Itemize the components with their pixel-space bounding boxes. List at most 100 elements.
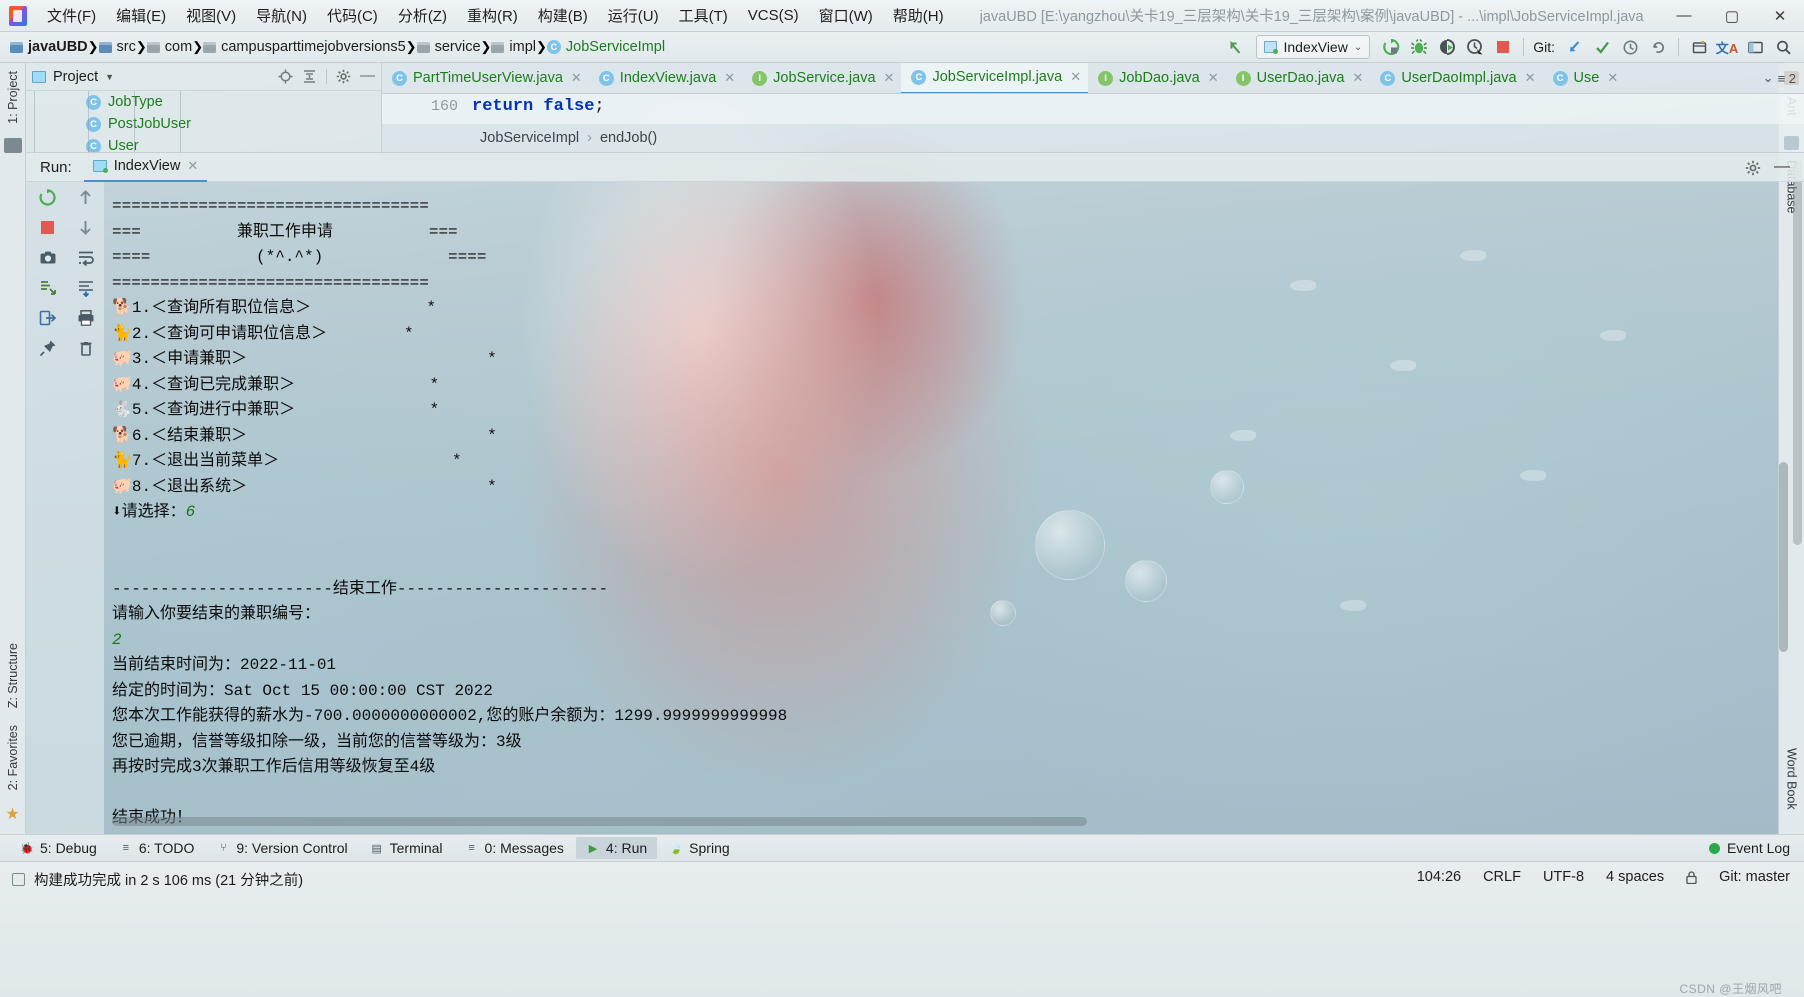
menu-window[interactable]: 窗口(W) bbox=[809, 2, 883, 29]
menu-build[interactable]: 构建(B) bbox=[528, 2, 598, 29]
lock-icon[interactable] bbox=[1686, 870, 1697, 884]
console-vertical-scrollbar[interactable] bbox=[1779, 462, 1788, 652]
rerun-button[interactable] bbox=[38, 188, 57, 207]
console-horizontal-scrollbar[interactable] bbox=[112, 817, 1087, 826]
code-line[interactable]: return false; bbox=[472, 94, 605, 116]
tool-terminal[interactable]: ▤ Terminal bbox=[360, 837, 453, 859]
run-configuration-selector[interactable]: IndexView ⌄ bbox=[1256, 35, 1371, 59]
breadcrumb-item-src[interactable]: src bbox=[98, 39, 136, 55]
tab-parttimeuserview[interactable]: C PartTimeUserView.java ✕ bbox=[382, 63, 589, 93]
export-icon[interactable] bbox=[38, 308, 57, 327]
menu-run[interactable]: 运行(U) bbox=[598, 2, 669, 29]
profiler-button[interactable] bbox=[1462, 34, 1488, 60]
tool-debug[interactable]: 🐞 5: Debug bbox=[10, 837, 107, 859]
trash-icon[interactable] bbox=[76, 338, 95, 357]
sidebar-item-favorites[interactable]: 2: Favorites bbox=[6, 717, 20, 798]
sidebar-item-project[interactable]: 1: Project bbox=[6, 63, 20, 132]
git-rollback-icon[interactable] bbox=[1645, 34, 1671, 60]
indent-setting[interactable]: 4 spaces bbox=[1606, 869, 1664, 885]
stop-button[interactable] bbox=[38, 218, 57, 237]
menu-edit[interactable]: 编辑(E) bbox=[106, 2, 176, 29]
console-output[interactable]: ================================= === 兼职工… bbox=[104, 182, 1804, 834]
tab-overflow-count[interactable]: ≡ 2 bbox=[1778, 71, 1796, 86]
navigate-back-icon[interactable] bbox=[1222, 34, 1248, 60]
collapse-all-icon[interactable] bbox=[302, 69, 317, 84]
hide-run-panel-icon[interactable]: — bbox=[1774, 159, 1790, 175]
tool-messages[interactable]: ≡ 0: Messages bbox=[455, 837, 574, 859]
project-folder-icon[interactable] bbox=[3, 137, 22, 153]
breadcrumb-item-javaubd[interactable]: javaUBD bbox=[10, 39, 88, 55]
breadcrumb-item-impl[interactable]: impl bbox=[491, 39, 536, 55]
menu-view[interactable]: 视图(V) bbox=[176, 2, 246, 29]
thread-dump-icon[interactable] bbox=[38, 278, 57, 297]
menu-refactor[interactable]: 重构(R) bbox=[457, 2, 528, 29]
code-editor[interactable]: 160 return false; bbox=[382, 94, 1804, 124]
close-icon[interactable]: ✕ bbox=[1352, 70, 1363, 86]
menu-analyze[interactable]: 分析(Z) bbox=[388, 2, 457, 29]
git-update-project-icon[interactable] bbox=[1561, 34, 1587, 60]
close-icon[interactable]: ✕ bbox=[724, 70, 735, 86]
settings-gear-icon[interactable] bbox=[1745, 160, 1761, 175]
breadcrumb-item-campusparttimejobversions5[interactable]: campusparttimejobversions5 bbox=[203, 39, 406, 55]
close-icon[interactable]: ✕ bbox=[1525, 70, 1536, 86]
menu-vcs[interactable]: VCS(S) bbox=[738, 4, 809, 27]
tool-run[interactable]: ▶ 4: Run bbox=[575, 837, 658, 859]
git-branches-icon[interactable] bbox=[1686, 34, 1712, 60]
debug-button[interactable] bbox=[1406, 34, 1432, 60]
tab-indexview[interactable]: C IndexView.java ✕ bbox=[589, 63, 742, 93]
window-maximize-button[interactable]: ▢ bbox=[1708, 0, 1756, 32]
tool-version-control[interactable]: ⑂ 9: Version Control bbox=[206, 837, 357, 859]
arrow-up-icon[interactable] bbox=[76, 188, 95, 207]
menu-tools[interactable]: 工具(T) bbox=[669, 2, 738, 29]
run-button[interactable] bbox=[1378, 34, 1404, 60]
soft-wrap-icon[interactable] bbox=[76, 248, 95, 267]
git-commit-icon[interactable] bbox=[1589, 34, 1615, 60]
git-history-icon[interactable] bbox=[1617, 34, 1643, 60]
breadcrumb-method[interactable]: endJob() bbox=[600, 130, 657, 146]
translate-icon[interactable]: 文A bbox=[1714, 34, 1740, 60]
layout-icon[interactable] bbox=[1742, 34, 1768, 60]
breadcrumb-item-service[interactable]: service bbox=[416, 39, 481, 55]
tab-jobdao[interactable]: I JobDao.java ✕ bbox=[1088, 63, 1226, 93]
hide-panel-icon[interactable]: — bbox=[360, 68, 375, 84]
menu-file[interactable]: 文件(F) bbox=[37, 2, 106, 29]
line-separator[interactable]: CRLF bbox=[1483, 869, 1521, 885]
select-opened-file-icon[interactable] bbox=[278, 69, 293, 84]
tab-userdao[interactable]: I UserDao.java ✕ bbox=[1226, 63, 1371, 93]
tab-jobserviceimpl[interactable]: C JobServiceImpl.java ✕ bbox=[901, 63, 1089, 93]
favorites-star-icon[interactable]: ★ bbox=[5, 804, 19, 824]
menu-help[interactable]: 帮助(H) bbox=[883, 2, 954, 29]
breadcrumb-class[interactable]: JobServiceImpl bbox=[480, 130, 579, 146]
tab-userdaoimpl[interactable]: C UserDaoImpl.java ✕ bbox=[1370, 63, 1542, 93]
event-log-button[interactable]: Event Log bbox=[1708, 840, 1790, 856]
close-icon[interactable]: ✕ bbox=[187, 158, 198, 174]
menu-code[interactable]: 代码(C) bbox=[317, 2, 388, 29]
close-icon[interactable]: ✕ bbox=[1607, 70, 1618, 86]
tab-partial[interactable]: C Use ✕ bbox=[1543, 63, 1626, 93]
sidebar-item-structure[interactable]: Z: Structure bbox=[6, 635, 20, 716]
scroll-to-end-icon[interactable] bbox=[76, 278, 95, 297]
tab-jobservice[interactable]: I JobService.java ✕ bbox=[742, 63, 901, 93]
print-icon[interactable] bbox=[76, 308, 95, 327]
run-tab-indexview[interactable]: IndexView ✕ bbox=[83, 152, 208, 182]
breadcrumb-item-com[interactable]: com bbox=[146, 39, 192, 55]
chevron-down-icon[interactable]: ⌄ bbox=[1763, 70, 1774, 86]
search-everywhere-icon[interactable] bbox=[1770, 34, 1796, 60]
camera-icon[interactable] bbox=[38, 248, 57, 267]
close-icon[interactable]: ✕ bbox=[884, 70, 895, 86]
settings-gear-icon[interactable] bbox=[336, 69, 351, 84]
tool-spring[interactable]: 🍃 Spring bbox=[659, 837, 739, 859]
window-minimize-button[interactable]: — bbox=[1660, 0, 1708, 32]
close-icon[interactable]: ✕ bbox=[1070, 69, 1081, 85]
chevron-down-icon[interactable]: ▼ bbox=[105, 72, 114, 82]
stop-button[interactable] bbox=[1490, 34, 1516, 60]
close-icon[interactable]: ✕ bbox=[1208, 70, 1219, 86]
git-branch-indicator[interactable]: Git: master bbox=[1719, 869, 1790, 885]
file-encoding[interactable]: UTF-8 bbox=[1543, 869, 1584, 885]
pin-icon[interactable] bbox=[38, 338, 57, 357]
breadcrumb-item-jobserviceimpl[interactable]: C JobServiceImpl bbox=[546, 39, 665, 55]
close-icon[interactable]: ✕ bbox=[571, 70, 582, 86]
caret-position[interactable]: 104:26 bbox=[1417, 869, 1461, 885]
run-with-coverage-button[interactable] bbox=[1434, 34, 1460, 60]
arrow-down-icon[interactable] bbox=[76, 218, 95, 237]
